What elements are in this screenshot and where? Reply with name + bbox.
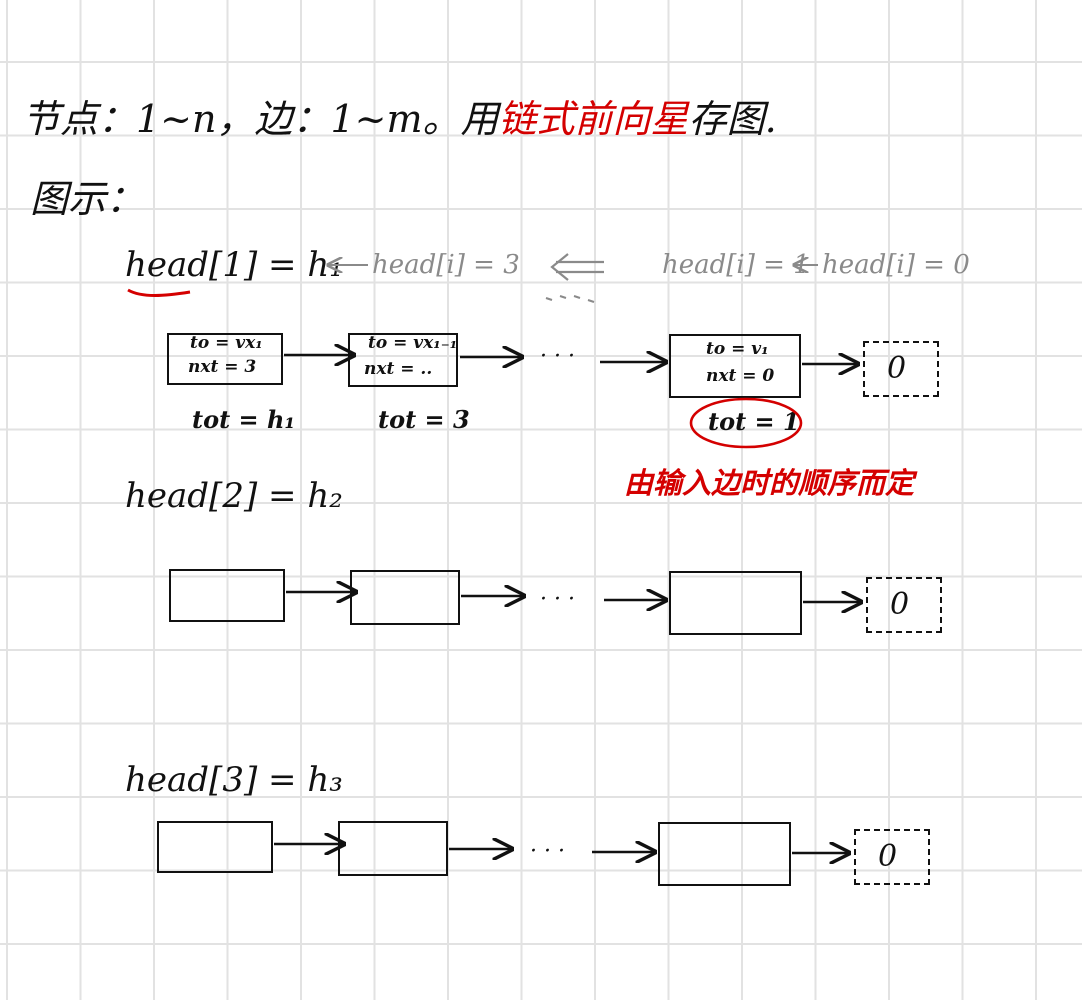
tot-circle <box>689 397 803 449</box>
history-arrow-2 <box>556 260 604 274</box>
diagram-strokes <box>127 253 1082 1000</box>
head-underline <box>127 288 191 297</box>
history-arrow-dots <box>545 295 595 303</box>
history-arrow-2-head <box>550 253 569 281</box>
